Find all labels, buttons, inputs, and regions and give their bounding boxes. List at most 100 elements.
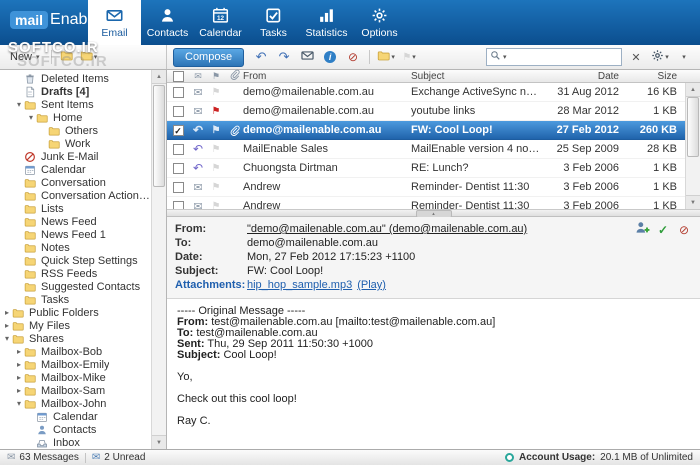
expander-down-icon[interactable]: ▾ — [14, 399, 24, 409]
expander-right-icon[interactable]: ▸ — [2, 308, 12, 318]
row-checkbox[interactable] — [167, 86, 189, 98]
add-contact-button[interactable] — [634, 222, 650, 238]
new-button[interactable]: New ▾ — [4, 49, 46, 65]
select-all-checkbox[interactable] — [172, 70, 184, 82]
flag-icon[interactable]: ⚑ — [212, 125, 221, 136]
sidebar-item-others[interactable]: Others — [0, 124, 151, 137]
sidebar-scrollbar[interactable]: ▲ ▼ — [151, 70, 166, 449]
tab-options[interactable]: Options — [353, 0, 406, 45]
date-column-header[interactable]: Date — [541, 71, 629, 82]
expander-right-icon[interactable]: ▸ — [2, 321, 12, 331]
scrollbar-thumb[interactable] — [153, 85, 165, 187]
scroll-down-button[interactable]: ▼ — [686, 195, 700, 209]
expander-right-icon[interactable]: ▸ — [14, 373, 24, 383]
scrollbar-thumb[interactable] — [687, 97, 699, 157]
sidebar-item-mailbox-mike[interactable]: ▸ Mailbox-Mike — [0, 371, 151, 384]
row-checkbox[interactable]: ✓ — [167, 124, 189, 136]
row-checkbox[interactable] — [167, 143, 189, 155]
info-button[interactable]: i — [320, 48, 340, 66]
flag-red-icon[interactable]: ⚑ — [212, 106, 221, 117]
tab-tasks[interactable]: Tasks — [247, 0, 300, 45]
sidebar-item-my-files[interactable]: ▸ My Files — [0, 319, 151, 332]
attachment-play-link[interactable]: (Play) — [357, 279, 386, 291]
row-checkbox[interactable] — [167, 200, 189, 209]
row-checkbox[interactable] — [167, 181, 189, 193]
sidebar-item-mailbox-john[interactable]: ▾ Mailbox-John — [0, 397, 151, 410]
clear-search-button[interactable]: ✕ — [626, 48, 646, 66]
folder-settings-button[interactable]: ▾ — [79, 48, 99, 66]
sidebar-item-home[interactable]: ▾ Home — [0, 111, 151, 124]
scroll-down-button[interactable]: ▼ — [152, 435, 166, 449]
forward-button[interactable] — [297, 48, 317, 66]
flag-icon[interactable]: ⚑ — [212, 144, 221, 155]
scroll-up-button[interactable]: ▲ — [152, 70, 166, 84]
flag-icon[interactable]: ⚑ — [212, 182, 221, 193]
flag-column-header[interactable]: ⚑ — [207, 71, 225, 82]
search-input[interactable] — [508, 50, 618, 64]
expander-right-icon[interactable]: ▸ — [14, 360, 24, 370]
message-row[interactable]: ✓ ↶ ⚑ demo@mailenable.com.au FW: Cool Loop! 2… — [167, 121, 685, 140]
size-column-header[interactable]: Size — [629, 71, 685, 82]
flag-icon[interactable]: ⚑ — [212, 201, 221, 209]
sidebar-item-calendar[interactable]: Calendar — [0, 163, 151, 176]
attachment-column-header[interactable] — [225, 69, 243, 83]
reply-all-button[interactable]: ↷ — [274, 48, 294, 66]
list-scrollbar[interactable]: ▲ ▼ — [685, 83, 700, 209]
flag-menu-button[interactable]: ⚑ ▾ — [399, 48, 419, 66]
message-row[interactable]: ↶ ⚑ Chuongsta Dirtman RE: Lunch? 3 Feb 2006 1… — [167, 159, 685, 178]
reply-button[interactable]: ↶ — [251, 48, 271, 66]
new-folder-button[interactable] — [57, 48, 77, 66]
expander-right-icon[interactable]: ▸ — [14, 347, 24, 357]
more-options-button[interactable]: ▾ — [674, 48, 694, 66]
sidebar-item-mailbox-bob[interactable]: ▸ Mailbox-Bob — [0, 345, 151, 358]
flag-icon[interactable]: ⚑ — [212, 87, 221, 98]
sidebar-item-drafts[interactable]: Drafts [4] — [0, 85, 151, 98]
sidebar-item-lists[interactable]: Lists — [0, 202, 151, 215]
search-scope-dropdown-icon[interactable]: ▾ — [503, 53, 507, 61]
sidebar-item-mailbox-emily[interactable]: ▸ Mailbox-Emily — [0, 358, 151, 371]
view-settings-button[interactable]: ▾ — [650, 48, 670, 66]
sidebar-item-quick-step-settings[interactable]: Quick Step Settings — [0, 254, 151, 267]
status-column-header[interactable]: ✉ — [189, 71, 207, 82]
sidebar-item-shares[interactable]: ▾ Shares — [0, 332, 151, 345]
search-icon[interactable] — [490, 48, 501, 66]
sidebar-item-john-calendar[interactable]: Calendar — [0, 410, 151, 423]
from-value[interactable]: "demo@mailenable.com.au" (demo@mailenabl… — [247, 222, 527, 236]
expander-down-icon[interactable]: ▾ — [14, 100, 24, 110]
block-button[interactable]: ⊘ — [343, 48, 363, 66]
tab-statistics[interactable]: Statistics — [300, 0, 353, 45]
sidebar-item-john-contacts[interactable]: Contacts — [0, 423, 151, 436]
message-row[interactable]: ↶ ⚑ MailEnable Sales MailEnable version 4 n… — [167, 140, 685, 159]
sidebar-item-work[interactable]: Work — [0, 137, 151, 150]
message-row[interactable]: ✉ ⚑ Andrew Reminder- Dentist 11:30 3 Feb 200… — [167, 197, 685, 209]
sidebar-item-news-feed-1[interactable]: News Feed 1 — [0, 228, 151, 241]
sidebar-item-sent-items[interactable]: ▾ Sent Items — [0, 98, 151, 111]
tab-calendar[interactable]: 12 Calendar — [194, 0, 247, 45]
safe-sender-button[interactable]: ✓ — [655, 222, 671, 238]
sidebar-item-news-feed[interactable]: News Feed — [0, 215, 151, 228]
expander-down-icon[interactable]: ▾ — [26, 113, 36, 123]
compose-button[interactable]: Compose — [173, 47, 245, 67]
sidebar-item-junk-email[interactable]: Junk E-Mail — [0, 150, 151, 163]
sidebar-item-suggested-contacts[interactable]: Suggested Contacts — [0, 280, 151, 293]
message-row[interactable]: ✉ ⚑ demo@mailenable.com.au youtube links 28 … — [167, 102, 685, 121]
flag-icon[interactable]: ⚑ — [212, 163, 221, 174]
row-checkbox[interactable] — [167, 105, 189, 117]
sidebar-item-conversation-action-settings[interactable]: Conversation Action Settings — [0, 189, 151, 202]
from-column-header[interactable]: From — [243, 71, 411, 82]
tab-contacts[interactable]: Contacts — [141, 0, 194, 45]
sidebar-item-public-folders[interactable]: ▸ Public Folders — [0, 306, 151, 319]
subject-column-header[interactable]: Subject — [411, 71, 541, 82]
select-all-header[interactable] — [167, 70, 189, 82]
row-checkbox[interactable] — [167, 162, 189, 174]
sidebar-item-john-inbox[interactable]: Inbox — [0, 436, 151, 449]
sidebar-item-conversation[interactable]: Conversation — [0, 176, 151, 189]
message-row[interactable]: ✉ ⚑ demo@mailenable.com.au Exchange ActiveS… — [167, 83, 685, 102]
move-to-folder-button[interactable]: ▾ — [376, 48, 396, 66]
sidebar-item-deleted-items[interactable]: Deleted Items — [0, 72, 151, 85]
scroll-up-button[interactable]: ▲ — [686, 83, 700, 97]
sidebar-item-notes[interactable]: Notes — [0, 241, 151, 254]
expander-right-icon[interactable]: ▸ — [14, 386, 24, 396]
pane-divider[interactable]: ▴ — [167, 209, 700, 218]
sidebar-item-mailbox-sam[interactable]: ▸ Mailbox-Sam — [0, 384, 151, 397]
